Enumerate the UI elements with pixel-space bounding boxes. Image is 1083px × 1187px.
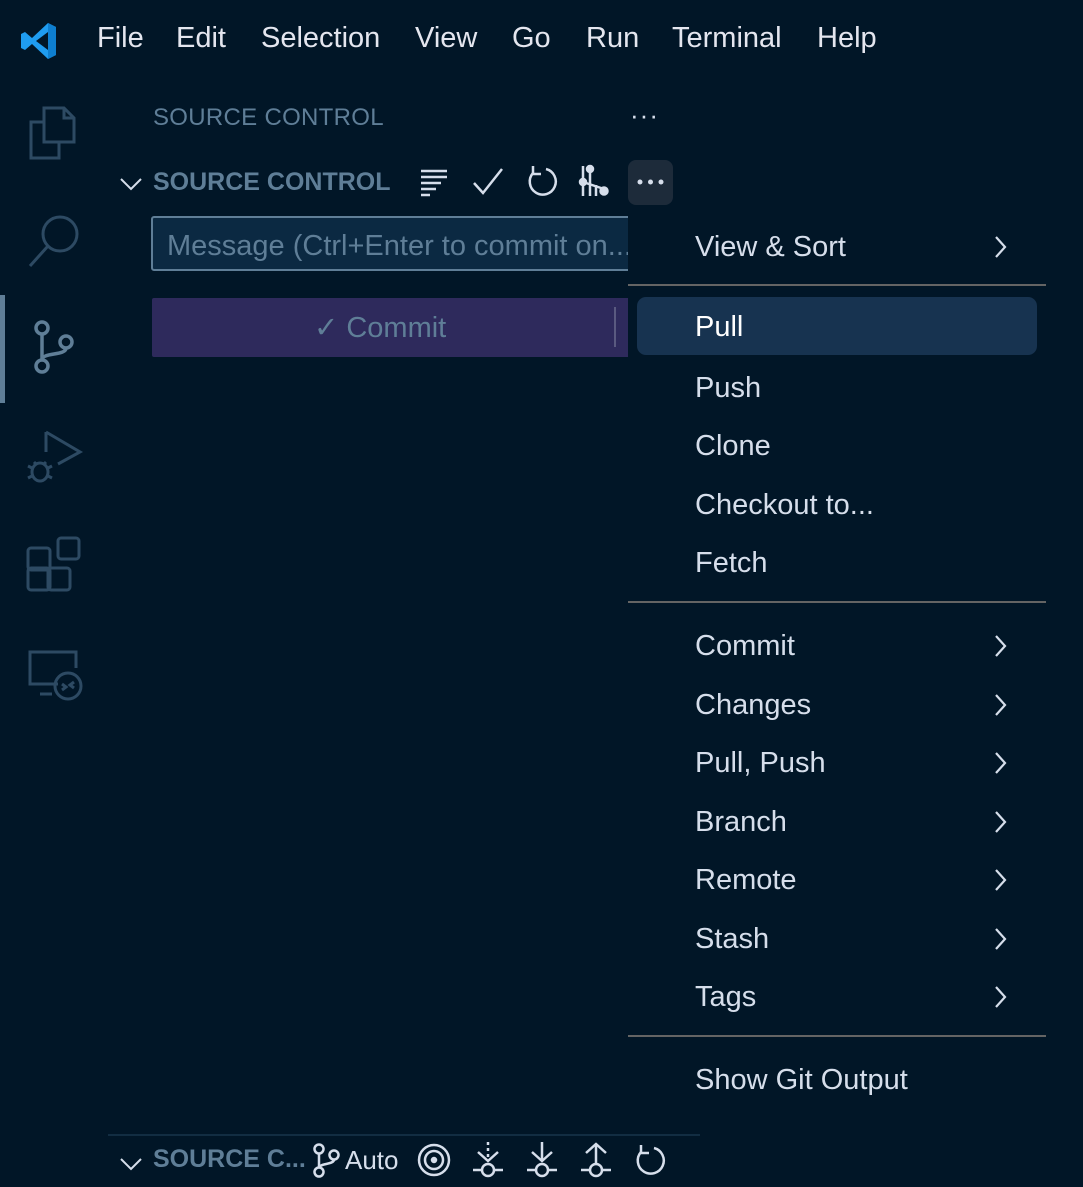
menu-run[interactable]: Run xyxy=(586,22,639,55)
menu-item-label: View & Sort xyxy=(695,231,846,263)
menu-item-label: Fetch xyxy=(695,547,768,579)
panel-title: SOURCE CONTROL xyxy=(153,104,384,131)
menu-item-changes[interactable]: Changes xyxy=(628,675,1046,731)
chevron-right-icon xyxy=(995,869,1007,891)
chevron-right-icon xyxy=(995,928,1007,950)
extensions-icon xyxy=(26,536,81,592)
section-divider xyxy=(108,1134,700,1136)
chevron-down-icon[interactable] xyxy=(118,1148,144,1178)
chevron-right-icon xyxy=(995,811,1007,833)
menu-item-label: Branch xyxy=(695,806,787,838)
menu-terminal[interactable]: Terminal xyxy=(672,22,782,55)
menu-item-commit[interactable]: Commit xyxy=(628,616,1046,672)
menu-view[interactable]: View xyxy=(415,22,477,55)
active-indicator xyxy=(0,295,5,403)
files-icon xyxy=(29,106,76,160)
menu-separator xyxy=(628,284,1046,286)
menu-item-branch[interactable]: Branch xyxy=(628,792,1046,848)
menu-item-label: Pull xyxy=(695,311,744,343)
more-actions-icon xyxy=(637,179,664,185)
menu-item-tags[interactable]: Tags xyxy=(628,967,1046,1023)
chevron-right-icon xyxy=(995,236,1007,258)
commit-check-icon[interactable] xyxy=(470,163,506,199)
menu-item-pull[interactable]: Pull xyxy=(628,297,1046,355)
more-actions-button[interactable] xyxy=(628,160,673,205)
branch-icon[interactable] xyxy=(311,1142,341,1178)
menu-item-label: Show Git Output xyxy=(695,1064,908,1096)
menu-item-pull-push[interactable]: Pull, Push xyxy=(628,733,1046,789)
target-icon[interactable] xyxy=(416,1140,452,1180)
panel-more-button[interactable]: ··· xyxy=(630,100,659,131)
chevron-down-icon[interactable] xyxy=(118,168,144,198)
chevron-right-icon xyxy=(995,694,1007,716)
menu-separator xyxy=(628,1035,1046,1037)
activity-extensions[interactable] xyxy=(22,532,86,596)
bottom-section-title[interactable]: SOURCE C... xyxy=(153,1145,306,1174)
menu-item-clone[interactable]: Clone xyxy=(628,416,1046,472)
menu-item-checkout[interactable]: Checkout to... xyxy=(628,475,1046,531)
commit-button[interactable]: ✓ Commit xyxy=(152,298,642,357)
activity-run-debug[interactable] xyxy=(22,424,86,488)
menu-item-label: Clone xyxy=(695,430,771,462)
menu-item-label: Tags xyxy=(695,981,757,1013)
menu-item-show-git-output[interactable]: Show Git Output xyxy=(628,1050,1046,1106)
activity-source-control[interactable] xyxy=(22,316,86,380)
activity-remote-explorer[interactable] xyxy=(22,640,86,704)
menu-item-fetch[interactable]: Fetch xyxy=(628,533,1046,589)
context-menu: View & Sort Pull Push Clone Checkout to.… xyxy=(628,212,1046,1112)
menu-help[interactable]: Help xyxy=(817,22,877,55)
menu-item-remote[interactable]: Remote xyxy=(628,850,1046,906)
branch-label[interactable]: Auto xyxy=(345,1145,399,1176)
push-icon[interactable] xyxy=(578,1140,614,1180)
debug-run-icon xyxy=(27,430,84,483)
menu-item-push[interactable]: Push xyxy=(628,358,1046,414)
view-as-tree-icon[interactable] xyxy=(416,163,452,199)
menu-item-label: Changes xyxy=(695,689,812,721)
menu-go[interactable]: Go xyxy=(512,22,551,55)
refresh-icon[interactable] xyxy=(524,163,560,199)
chevron-right-icon xyxy=(995,635,1007,657)
menu-edit[interactable]: Edit xyxy=(176,22,226,55)
pull-icon[interactable] xyxy=(524,1140,560,1180)
menu-item-label: Stash xyxy=(695,923,770,955)
menu-item-label: Commit xyxy=(695,630,795,662)
source-control-icon xyxy=(34,320,74,374)
menu-item-label: Remote xyxy=(695,864,797,896)
commit-button-separator xyxy=(614,307,616,347)
menu-item-stash[interactable]: Stash xyxy=(628,909,1046,965)
menu-item-label: Checkout to... xyxy=(695,489,874,521)
menu-separator xyxy=(628,601,1046,603)
remote-explorer-icon xyxy=(28,650,83,701)
fetch-icon[interactable] xyxy=(470,1140,506,1180)
activity-search[interactable] xyxy=(22,208,86,272)
menubar: File Edit Selection View Go Run Terminal… xyxy=(0,0,1083,84)
activity-explorer[interactable] xyxy=(22,100,86,164)
section-title[interactable]: SOURCE CONTROL xyxy=(153,168,391,197)
menu-selection[interactable]: Selection xyxy=(261,22,380,55)
vscode-logo-icon xyxy=(21,23,56,59)
commit-button-label: ✓ Commit xyxy=(314,312,447,344)
graph-icon[interactable] xyxy=(578,163,614,199)
commit-message-input[interactable]: Message (Ctrl+Enter to commit on... xyxy=(151,216,641,271)
refresh-icon[interactable] xyxy=(632,1140,668,1180)
menu-file[interactable]: File xyxy=(97,22,144,55)
menu-item-label: Pull, Push xyxy=(695,747,826,779)
menu-item-view-sort[interactable]: View & Sort xyxy=(628,217,1046,273)
search-icon xyxy=(28,215,79,268)
chevron-right-icon xyxy=(995,986,1007,1008)
menu-item-label: Push xyxy=(695,372,762,404)
chevron-right-icon xyxy=(995,752,1007,774)
